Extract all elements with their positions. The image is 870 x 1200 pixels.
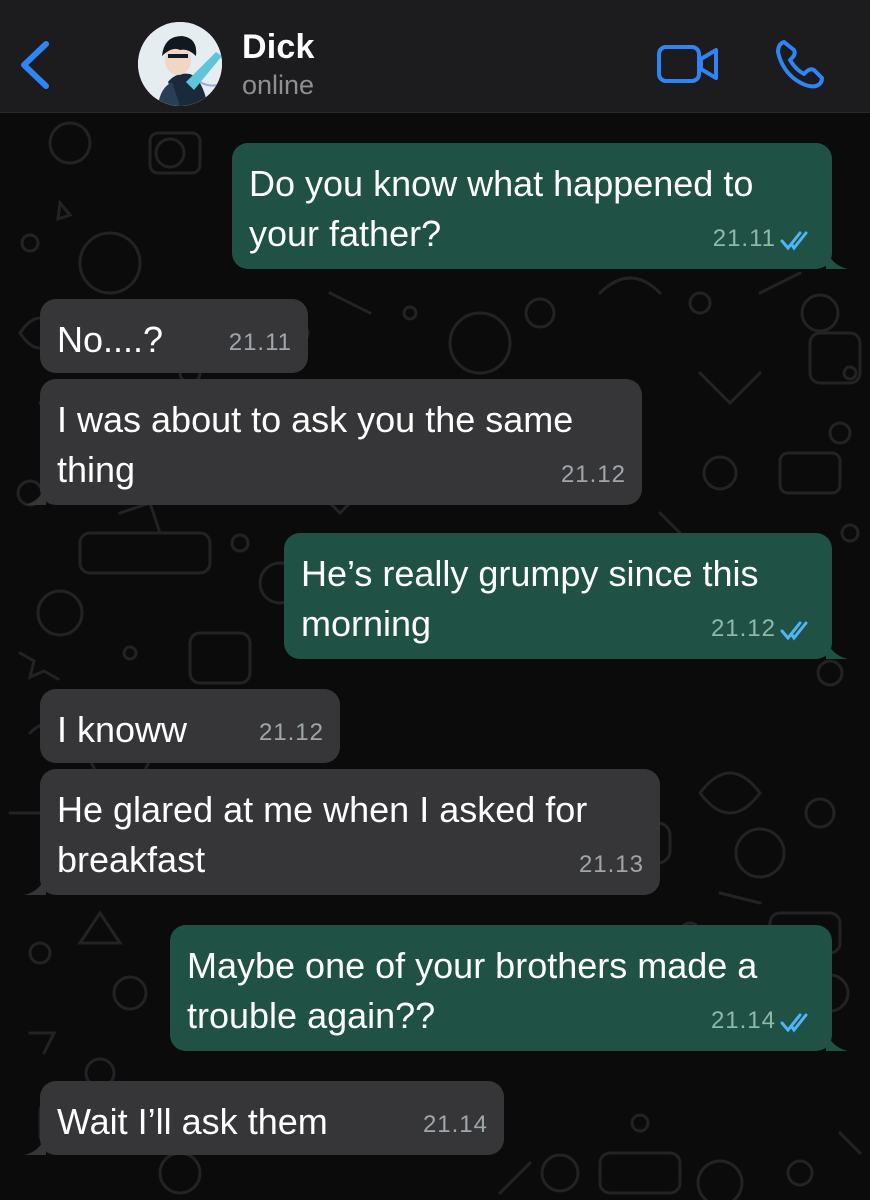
message-text: He’s really grumpy since this morning (301, 553, 759, 644)
read-receipt-icon (780, 231, 808, 251)
message-text: I was about to ask you the same thing (57, 399, 574, 490)
message-time: 21.14 (710, 1007, 776, 1034)
message-time: 21.12 (560, 461, 626, 488)
message-bubble-outgoing[interactable]: He’s really grumpy since this morning 21.… (284, 533, 848, 659)
message-text: He glared at me when I asked for breakfas… (57, 789, 588, 880)
chevron-left-icon (21, 41, 49, 89)
back-button[interactable] (18, 40, 52, 90)
read-receipt-icon (780, 1013, 808, 1033)
contact-name[interactable]: Dick (242, 28, 315, 67)
message-time: 21.12 (258, 719, 324, 746)
message-bubble-incoming[interactable]: I was about to ask you the same thing 21.… (24, 379, 642, 505)
message-text: Wait I’ll ask them (57, 1101, 328, 1142)
video-camera-icon (657, 45, 718, 83)
message-text: Maybe one of your brothers made a trouble… (187, 945, 758, 1036)
message-text: I knoww (57, 709, 188, 750)
video-call-button[interactable] (656, 42, 720, 86)
contact-status: online (242, 70, 315, 100)
message-bubble-outgoing[interactable]: Maybe one of your brothers made a trouble… (170, 925, 848, 1051)
message-text: Do you know what happened to your father? (249, 163, 754, 254)
message-time: 21.11 (228, 329, 292, 356)
message-time: 21.12 (710, 615, 776, 642)
message-text: No....? (57, 319, 164, 360)
message-bubble-incoming[interactable]: He glared at me when I asked for breakfas… (24, 769, 660, 895)
message-time: 21.11 (712, 225, 776, 252)
message-bubble-outgoing[interactable]: Do you know what happened to your father?… (232, 143, 848, 269)
message-bubble-incoming[interactable]: Wait I’ll ask them 21.14 (24, 1081, 504, 1155)
message-bubble-incoming[interactable]: No....? 21.11 (40, 299, 308, 373)
chat-background: Do you know what happened to your father?… (0, 113, 870, 1200)
phone-icon (776, 40, 824, 89)
chat-header: Dick online (0, 0, 870, 113)
read-receipt-icon (780, 621, 808, 641)
message-time: 21.14 (422, 1111, 488, 1138)
voice-call-button[interactable] (774, 38, 828, 90)
message-bubble-incoming[interactable]: I knoww 21.12 (40, 689, 340, 763)
message-time: 21.13 (578, 851, 644, 878)
avatar[interactable] (138, 22, 222, 106)
